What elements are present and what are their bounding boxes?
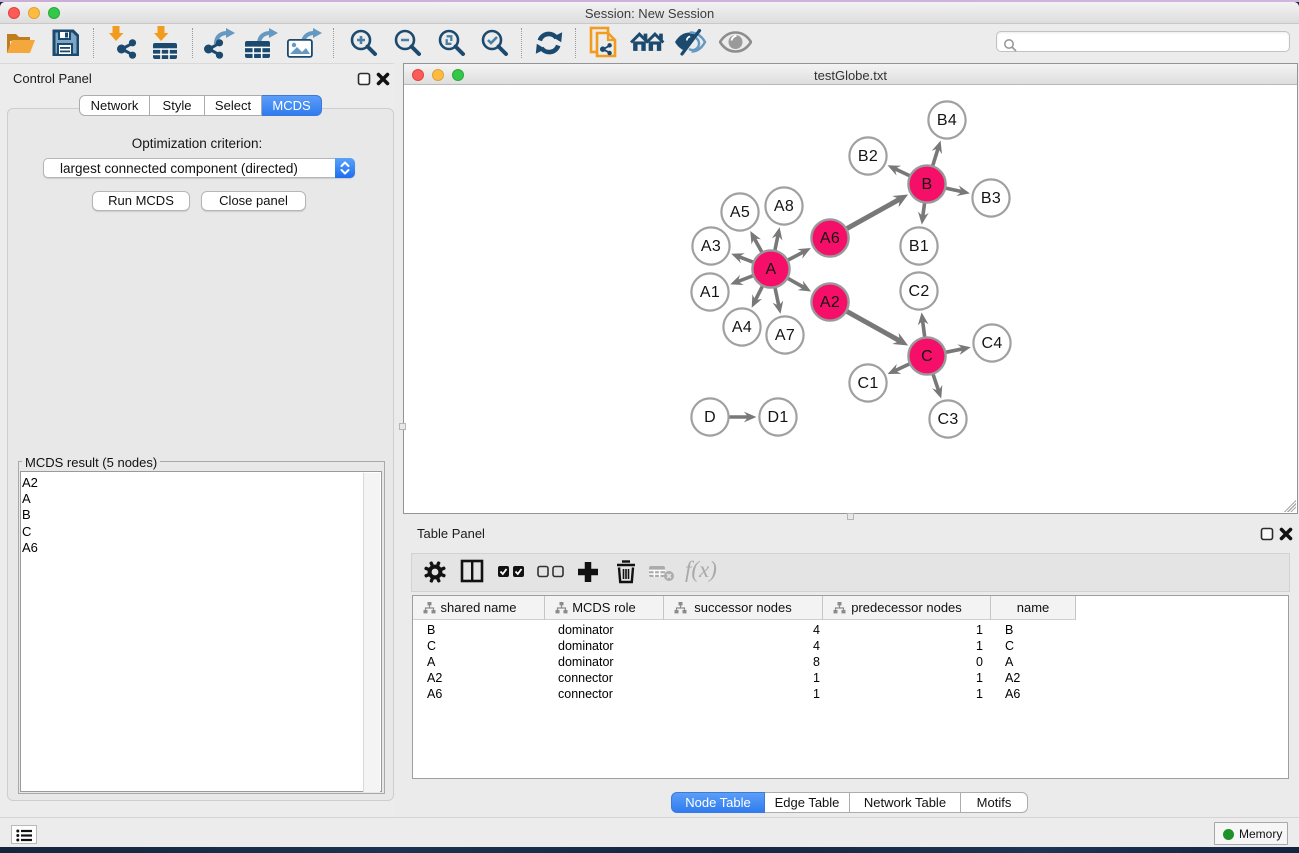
svg-text:A3: A3 xyxy=(701,238,721,255)
svg-text:A1: A1 xyxy=(700,284,720,301)
svg-text:B2: B2 xyxy=(858,148,878,165)
svg-text:B1: B1 xyxy=(909,238,929,255)
svg-text:A8: A8 xyxy=(774,198,794,215)
svg-text:C4: C4 xyxy=(981,335,1002,352)
svg-text:A4: A4 xyxy=(732,319,752,336)
svg-text:D: D xyxy=(704,409,716,426)
svg-text:A: A xyxy=(766,261,777,278)
svg-text:A7: A7 xyxy=(775,327,795,344)
svg-text:B3: B3 xyxy=(981,190,1001,207)
svg-text:A5: A5 xyxy=(730,204,750,221)
svg-text:C2: C2 xyxy=(908,283,929,300)
svg-text:B: B xyxy=(922,176,933,193)
svg-text:C: C xyxy=(921,348,933,365)
svg-text:A6: A6 xyxy=(820,230,840,247)
svg-text:D1: D1 xyxy=(767,409,788,426)
svg-text:C3: C3 xyxy=(937,411,958,428)
svg-text:B4: B4 xyxy=(937,112,957,129)
svg-text:C1: C1 xyxy=(857,375,878,392)
svg-text:A2: A2 xyxy=(820,294,840,311)
